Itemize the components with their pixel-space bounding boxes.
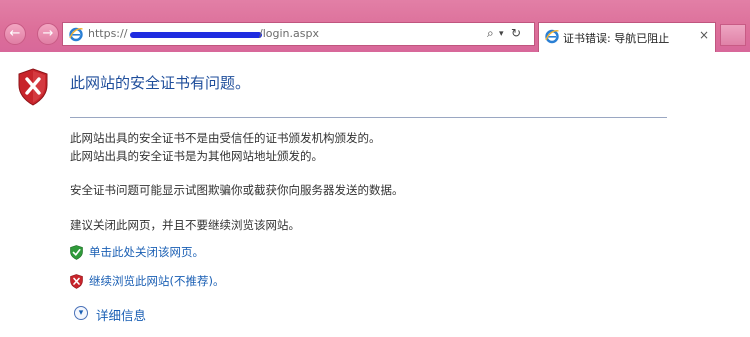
divider — [70, 117, 667, 118]
url-redaction-mark — [130, 32, 262, 38]
browser-chrome: ← → https:// /login.aspx ⌕ ▾ ↻ 证书错误: 导航已… — [0, 0, 750, 52]
back-button[interactable]: ← — [4, 23, 26, 45]
url-prefix: https:// — [88, 27, 128, 40]
forward-arrow-icon: → — [42, 26, 54, 41]
ie-page-icon — [69, 27, 83, 42]
back-arrow-icon: ← — [9, 26, 21, 41]
expand-chevron-icon: ▾ — [74, 306, 88, 320]
new-tab-button[interactable] — [720, 24, 746, 46]
search-icon[interactable]: ⌕ — [487, 26, 494, 41]
page-title: 此网站的安全证书有问题。 — [70, 74, 251, 92]
recommendation-text: 建议关闭此网页，并且不要继续浏览该网站。 — [70, 218, 300, 232]
search-dropdown-icon[interactable]: ▾ — [499, 29, 504, 39]
cert-risk-text: 安全证书问题可能显示试图欺骗你或截获你向服务器发送的数据。 — [70, 183, 404, 197]
continue-to-site-link[interactable]: 继续浏览此网站(不推荐)。 — [89, 273, 224, 289]
more-information-label: 详细信息 — [96, 308, 147, 323]
ie-tab-icon — [545, 29, 559, 44]
forward-button[interactable]: → — [37, 23, 59, 45]
address-bar[interactable]: https:// /login.aspx ⌕ ▾ ↻ — [62, 22, 535, 46]
close-tab-icon[interactable]: × — [699, 28, 709, 42]
close-page-link[interactable]: 单击此处关闭该网页。 — [89, 244, 204, 260]
tab-title: 证书错误: 导航已阻止 — [563, 32, 670, 45]
red-shield-x-icon — [70, 274, 83, 289]
refresh-icon[interactable]: ↻ — [511, 26, 521, 40]
security-warning-shield-icon — [18, 68, 48, 106]
tab-certificate-error[interactable]: 证书错误: 导航已阻止 × — [538, 22, 716, 52]
cert-mismatch-text: 此网站出具的安全证书是为其他网站地址颁发的。 — [70, 149, 323, 163]
cert-untrusted-text: 此网站出具的安全证书不是由受信任的证书颁发机构颁发的。 — [70, 131, 381, 145]
green-shield-check-icon — [70, 245, 83, 260]
url-path: /login.aspx — [259, 27, 319, 40]
